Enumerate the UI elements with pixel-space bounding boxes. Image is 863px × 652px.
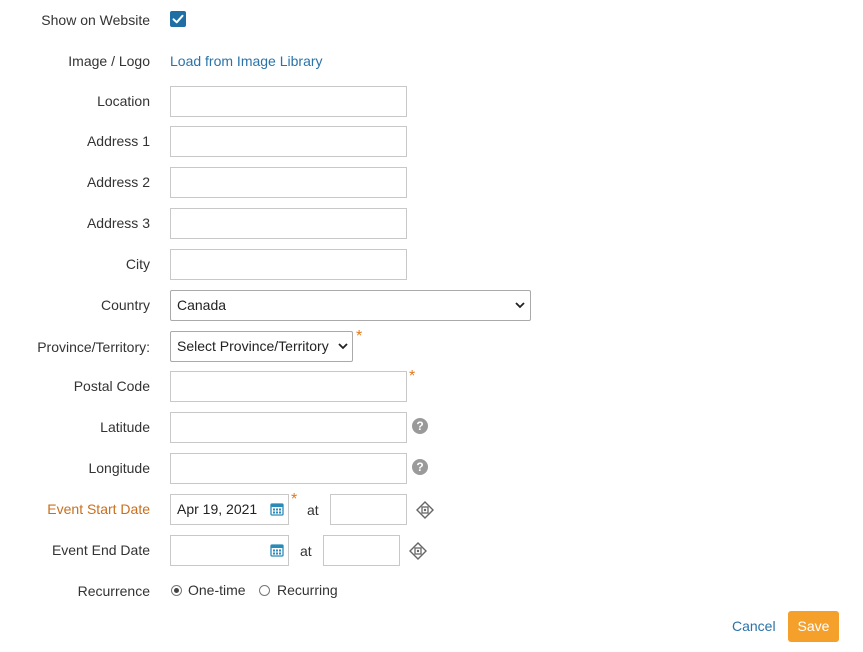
event-start-at-label: at bbox=[307, 502, 319, 518]
city-input[interactable] bbox=[170, 249, 407, 280]
longitude-label: Longitude bbox=[88, 460, 150, 476]
recurrence-one-time-radio[interactable] bbox=[171, 585, 182, 596]
load-from-image-library-link[interactable]: Load from Image Library bbox=[170, 51, 323, 71]
latitude-label: Latitude bbox=[100, 419, 150, 435]
recurrence-one-time-label[interactable]: One-time bbox=[188, 580, 246, 600]
recurrence-label: Recurrence bbox=[77, 583, 150, 599]
country-label: Country bbox=[100, 297, 150, 313]
time-picker-icon[interactable] bbox=[409, 542, 427, 563]
location-input[interactable] bbox=[170, 86, 407, 117]
postal-code-input[interactable] bbox=[170, 371, 407, 402]
event-start-date-label: Event Start Date bbox=[47, 501, 150, 517]
event-end-date-label: Event End Date bbox=[51, 542, 150, 558]
calendar-icon[interactable] bbox=[270, 502, 284, 519]
province-required-marker: * bbox=[356, 328, 363, 345]
show-on-website-checkbox[interactable] bbox=[170, 11, 186, 27]
show-on-website-label: Show on Website bbox=[41, 12, 150, 28]
save-button[interactable]: Save bbox=[788, 611, 839, 642]
longitude-input[interactable] bbox=[170, 453, 407, 484]
event-start-time-input[interactable] bbox=[330, 494, 407, 525]
address1-input[interactable] bbox=[170, 126, 407, 157]
province-selected-value: Select Province/Territory bbox=[177, 338, 329, 354]
recurrence-recurring-radio[interactable] bbox=[259, 585, 270, 596]
chevron-down-icon bbox=[515, 291, 525, 320]
country-selected-value: Canada bbox=[177, 297, 227, 313]
calendar-icon[interactable] bbox=[270, 543, 284, 560]
address2-label: Address 2 bbox=[86, 174, 150, 190]
address2-input[interactable] bbox=[170, 167, 407, 198]
latitude-help-icon[interactable]: ? bbox=[412, 418, 428, 434]
address3-input[interactable] bbox=[170, 208, 407, 239]
location-label: Location bbox=[97, 93, 150, 109]
province-select[interactable]: Select Province/Territory bbox=[170, 331, 353, 362]
address3-label: Address 3 bbox=[86, 215, 150, 231]
cancel-button[interactable]: Cancel bbox=[732, 616, 776, 636]
postal-code-label: Postal Code bbox=[73, 378, 150, 394]
country-select[interactable]: Canada bbox=[170, 290, 531, 321]
city-label: City bbox=[125, 256, 150, 272]
event-end-time-input[interactable] bbox=[323, 535, 400, 566]
province-label: Province/Territory: bbox=[37, 339, 150, 355]
latitude-input[interactable] bbox=[170, 412, 407, 443]
event-start-required-marker: * bbox=[291, 491, 298, 508]
time-picker-icon[interactable] bbox=[416, 501, 434, 522]
recurrence-recurring-label[interactable]: Recurring bbox=[277, 580, 338, 600]
checkmark-icon bbox=[172, 14, 184, 24]
event-end-at-label: at bbox=[300, 543, 312, 559]
event-start-date-value: Apr 19, 2021 bbox=[177, 501, 258, 517]
image-logo-label: Image / Logo bbox=[68, 53, 150, 69]
address1-label: Address 1 bbox=[86, 133, 150, 149]
postal-code-required-marker: * bbox=[409, 368, 416, 385]
longitude-help-icon[interactable]: ? bbox=[412, 459, 428, 475]
chevron-down-icon bbox=[338, 332, 348, 361]
